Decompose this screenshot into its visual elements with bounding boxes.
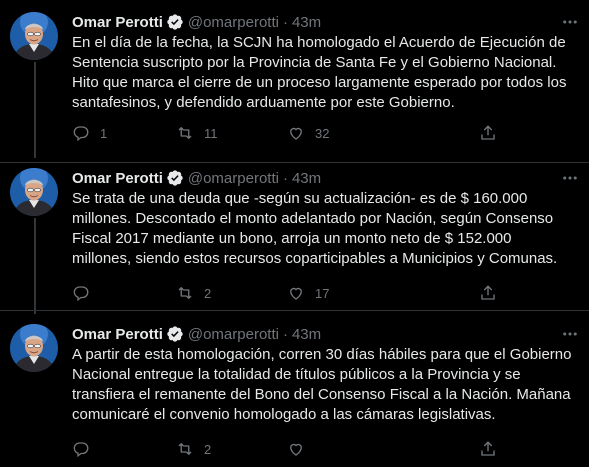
timestamp[interactable]: 43m — [292, 170, 321, 187]
tweet-text: A partir de esta homologación, corren 30… — [72, 346, 572, 423]
retweet-icon — [178, 127, 192, 139]
separator-dot: · — [282, 169, 288, 187]
tweet-divider — [0, 310, 589, 311]
share-button[interactable] — [479, 283, 497, 303]
more-options-icon[interactable] — [559, 14, 581, 30]
retweet-button[interactable]: 2 — [176, 283, 211, 303]
tweet[interactable]: Omar Perotti @omarperotti · 43m A partir… — [0, 324, 589, 467]
more-options-icon[interactable] — [559, 170, 581, 186]
avatar[interactable] — [10, 12, 58, 60]
author-name[interactable]: Omar Perotti — [72, 14, 163, 31]
tweet[interactable]: Omar Perotti @omarperotti · 43m Se trata… — [0, 168, 589, 316]
avatar[interactable] — [10, 324, 58, 372]
avatar[interactable] — [10, 168, 58, 216]
share-icon — [481, 125, 495, 140]
reply-icon — [73, 442, 89, 458]
tweet-divider — [0, 162, 589, 163]
author-handle[interactable]: @omarperotti — [188, 170, 279, 187]
separator-dot: · — [282, 13, 288, 31]
share-button[interactable] — [479, 439, 497, 459]
reply-button[interactable]: 1 — [72, 123, 107, 143]
retweet-count: 2 — [204, 441, 212, 457]
reply-button[interactable] — [72, 283, 100, 303]
verified-badge-icon — [166, 325, 184, 343]
like-button[interactable]: 32 — [287, 123, 329, 143]
tweet-header: Omar Perotti @omarperotti · 43m — [72, 12, 321, 32]
reply-count: 1 — [100, 125, 108, 141]
author-name[interactable]: Omar Perotti — [72, 170, 163, 187]
tweet-actions: 1 11 32 — [72, 123, 502, 143]
retweet-button[interactable]: 2 — [176, 439, 211, 459]
tweet-actions: 2 17 — [72, 283, 502, 303]
retweet-icon — [178, 443, 192, 455]
tweet-header: Omar Perotti @omarperotti · 43m — [72, 324, 321, 344]
timeline: Omar Perotti @omarperotti · 43m En el dí… — [0, 0, 589, 467]
tweet[interactable]: Omar Perotti @omarperotti · 43m En el dí… — [0, 12, 589, 160]
like-button[interactable]: 17 — [287, 283, 329, 303]
share-icon — [481, 285, 495, 300]
reply-icon — [73, 126, 89, 142]
reply-icon — [73, 286, 89, 302]
retweet-icon — [178, 287, 192, 299]
share-icon — [481, 441, 495, 456]
tweet-text: En el día de la fecha, la SCJN ha homolo… — [72, 34, 567, 111]
verified-badge-icon — [166, 169, 184, 187]
tweet-actions: 2 — [72, 439, 502, 459]
timestamp[interactable]: 43m — [292, 14, 321, 31]
timestamp[interactable]: 43m — [292, 326, 321, 343]
heart-icon — [290, 127, 302, 140]
heart-icon — [290, 287, 302, 300]
heart-icon — [290, 443, 302, 456]
author-name[interactable]: Omar Perotti — [72, 326, 163, 343]
like-count: 32 — [315, 125, 330, 141]
author-handle[interactable]: @omarperotti — [188, 14, 279, 31]
share-button[interactable] — [479, 123, 497, 143]
tweet-text: Se trata de una deuda que -según su actu… — [72, 190, 558, 267]
verified-badge-icon — [166, 13, 184, 31]
author-handle[interactable]: @omarperotti — [188, 326, 279, 343]
retweet-count: 11 — [204, 125, 218, 141]
tweet-header: Omar Perotti @omarperotti · 43m — [72, 168, 321, 188]
like-button[interactable] — [287, 439, 315, 459]
separator-dot: · — [282, 325, 288, 343]
more-options-icon[interactable] — [559, 326, 581, 342]
retweet-count: 2 — [204, 285, 212, 301]
like-count: 17 — [315, 285, 330, 301]
reply-button[interactable] — [72, 439, 100, 459]
retweet-button[interactable]: 11 — [176, 123, 218, 143]
